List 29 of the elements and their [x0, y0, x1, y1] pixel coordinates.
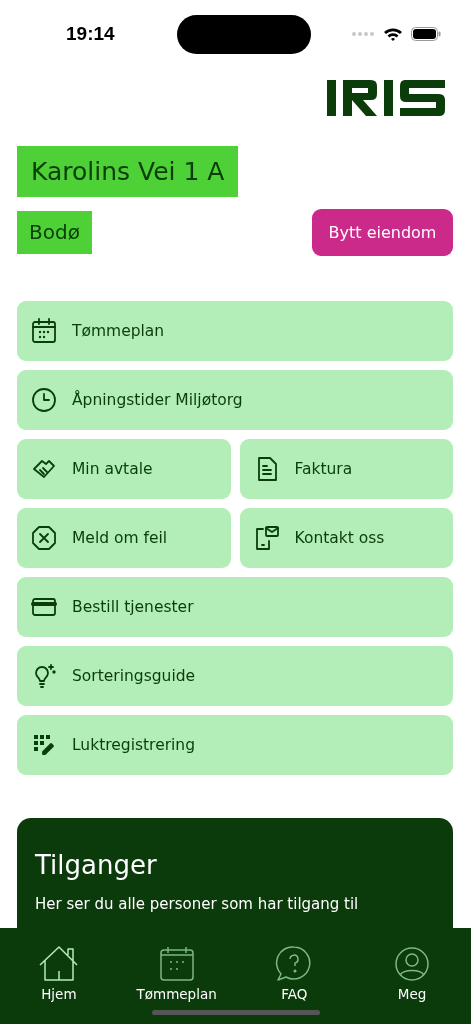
city-label: Bodø	[17, 211, 92, 254]
logo-icon	[327, 80, 445, 116]
tab-button[interactable]: Tømmeplan	[126, 946, 227, 1002]
card-text: Her ser du alle personer som har tilgang til	[35, 894, 360, 915]
menu-button[interactable]: Kontakt oss	[239, 508, 453, 568]
calendar-icon	[31, 318, 57, 344]
menu-button[interactable]: Meld om feil	[17, 508, 231, 568]
battery-icon	[411, 27, 441, 41]
home-icon	[38, 946, 79, 982]
change-property-button[interactable]: Bytt eiendom	[312, 209, 453, 256]
grid-pencil-icon	[31, 732, 57, 758]
address-label: Karolins Vei 1 A	[17, 146, 239, 197]
error-icon	[31, 525, 57, 551]
clock-icon	[31, 387, 57, 413]
menu-button[interactable]: Åpningstider Miljøtorg	[17, 370, 453, 430]
menu-button[interactable]: Min avtale	[17, 439, 231, 499]
tab-button[interactable]: FAQ	[244, 946, 345, 1002]
phone-mail-icon	[253, 525, 280, 551]
status-time: 19:14	[66, 23, 115, 45]
signal-icon	[351, 31, 375, 37]
tab-button[interactable]: Hjem	[8, 946, 109, 1002]
menu-button[interactable]: Faktura	[239, 439, 453, 499]
tab-button[interactable]: Meg	[362, 946, 463, 1002]
menu-button[interactable]: Sorteringsguide	[17, 646, 453, 706]
menu-button[interactable]: Luktregistrering	[17, 715, 453, 775]
card-title: Tilganger	[35, 850, 158, 880]
menu-button[interactable]: Bestill tjenester	[17, 577, 453, 637]
wifi-icon	[383, 26, 403, 42]
menu-button[interactable]: Tømmeplan	[17, 301, 453, 361]
